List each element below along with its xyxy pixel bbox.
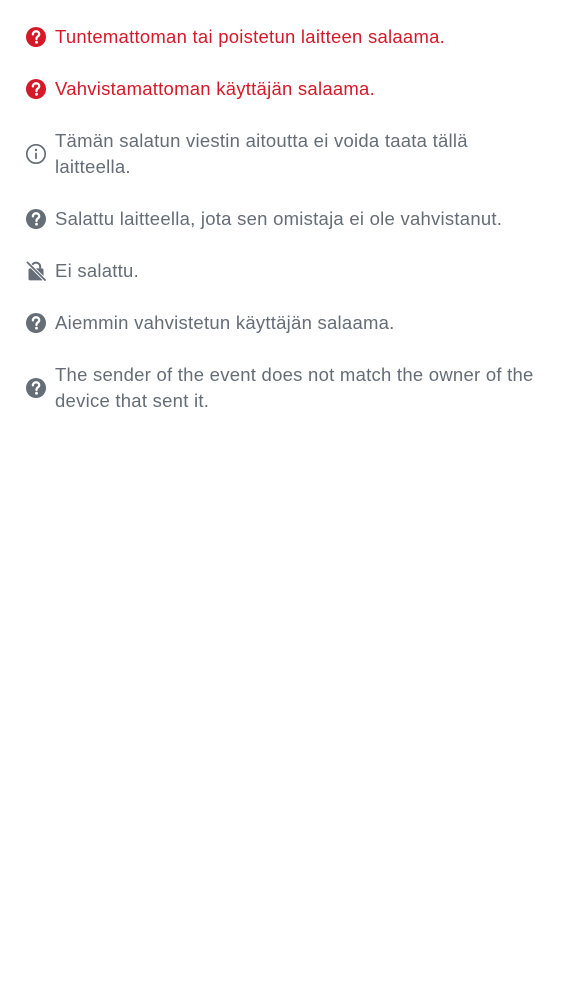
shield-label: Aiemmin vahvistetun käyttäjän salaama. (55, 312, 395, 333)
shield-row-previously-verified: Aiemmin vahvistetun käyttäjän salaama. (24, 310, 538, 336)
shield-row-unknown-device: Tuntemattoman tai poistetun laitteen sal… (24, 24, 538, 50)
shield-label: Ei salattu. (55, 260, 139, 281)
question-circle-icon (24, 77, 48, 101)
shield-label: Vahvistamattoman käyttäjän salaama. (55, 78, 375, 99)
question-circle-icon (24, 207, 48, 231)
unlocked-crossed-icon (24, 259, 48, 283)
shield-label: The sender of the event does not match t… (55, 364, 534, 411)
question-circle-icon (24, 25, 48, 49)
shield-label: Tämän salatun viestin aitoutta ei voida … (55, 130, 468, 177)
info-outline-icon (24, 142, 48, 166)
question-circle-icon (24, 376, 48, 400)
shield-row-unencrypted: Ei salattu. (24, 258, 538, 284)
shield-row-unverified-user: Vahvistamattoman käyttäjän salaama. (24, 76, 538, 102)
shield-label: Tuntemattoman tai poistetun laitteen sal… (55, 26, 446, 47)
shield-row-authenticity-not-guaranteed: Tämän salatun viestin aitoutta ei voida … (24, 128, 538, 180)
question-circle-icon (24, 311, 48, 335)
shield-row-unsigned-device: Salattu laitteella, jota sen omistaja ei… (24, 206, 538, 232)
shield-label: Salattu laitteella, jota sen omistaja ei… (55, 208, 503, 229)
e2e-shield-list: Tuntemattoman tai poistetun laitteen sal… (24, 24, 538, 440)
shield-row-sender-mismatch: The sender of the event does not match t… (24, 362, 538, 414)
